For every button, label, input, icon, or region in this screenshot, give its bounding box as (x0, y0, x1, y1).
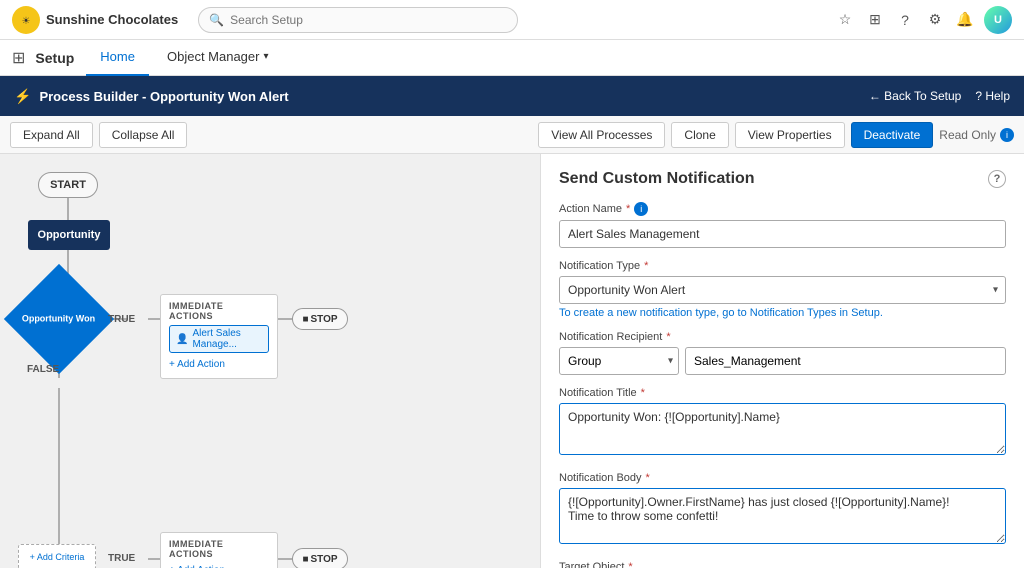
recipient-value-input[interactable] (685, 347, 1006, 375)
recipient-type-wrapper: Group ▾ (559, 347, 679, 375)
toolbar: Expand All Collapse All View All Process… (0, 116, 1024, 154)
pb-header: ⚡ Process Builder - Opportunity Won Aler… (0, 76, 1024, 116)
opportunity-node[interactable]: Opportunity (28, 220, 110, 250)
notification-type-group: Notification Type * Opportunity Won Aler… (559, 260, 1006, 319)
person-icon: 👤 (176, 334, 188, 345)
clone-button[interactable]: Clone (671, 122, 728, 148)
toolbar-right: View All Processes Clone View Properties… (538, 122, 1014, 148)
target-object-label: Target Object * (559, 561, 1006, 568)
required-star-6: * (628, 561, 632, 568)
recipient-label: Notification Recipient * (559, 331, 1006, 343)
main-content: START Opportunity Opportunity Won FALSE … (0, 154, 1024, 568)
logo-icon: ☀ (12, 6, 40, 34)
recipient-type-select[interactable]: Group (559, 347, 679, 375)
diamond-label: Opportunity Won (22, 314, 95, 325)
search-bar[interactable]: 🔍 (198, 7, 518, 33)
recipient-row: Group ▾ (559, 347, 1006, 375)
stop-node-1[interactable]: ■ STOP (292, 308, 348, 330)
tab-home[interactable]: Home (86, 40, 149, 76)
search-input[interactable] (230, 13, 507, 27)
immediate-label-2: IMMEDIATE ACTIONS (169, 539, 269, 559)
action-name-info-icon[interactable]: i (634, 202, 648, 216)
required-star-2: * (644, 260, 648, 272)
add-action-button-1[interactable]: + Add Action (169, 357, 269, 372)
notification-type-label: Notification Type * (559, 260, 1006, 272)
target-object-group: Target Object * Opportunity Object that … (559, 561, 1006, 568)
notification-type-help: To create a new notification type, go to… (559, 307, 1006, 319)
required-star-1: * (626, 203, 630, 215)
panel-help-icon[interactable]: ? (988, 170, 1006, 188)
question-icon[interactable]: ? (894, 9, 916, 31)
collapse-all-button[interactable]: Collapse All (99, 122, 188, 148)
secondary-nav: ⊞ Setup Home Object Manager ▾ (0, 40, 1024, 76)
notification-title-label: Notification Title * (559, 387, 1006, 399)
notification-body-group: Notification Body * {![Opportunity].Owne… (559, 472, 1006, 549)
dropdown-arrow-icon: ▾ (263, 51, 268, 62)
logo-text: Sunshine Chocolates (46, 12, 178, 27)
false-label-1: FALSE (27, 364, 59, 375)
apps-icon[interactable]: ⊞ (864, 9, 886, 31)
pb-icon: ⚡ (14, 88, 31, 105)
recipient-group: Notification Recipient * Group ▾ (559, 331, 1006, 375)
action-name-group: Action Name * i (559, 202, 1006, 248)
stop-node-2[interactable]: ■ STOP (292, 548, 348, 568)
top-icons: ☆ ⊞ ? ⚙ 🔔 U (834, 6, 1012, 34)
notification-body-input[interactable]: {![Opportunity].Owner.FirstName} has jus… (559, 488, 1006, 544)
avatar[interactable]: U (984, 6, 1012, 34)
right-panel: Send Custom Notification ? Action Name *… (540, 154, 1024, 568)
svg-text:☀: ☀ (22, 16, 31, 27)
read-only-info-icon[interactable]: i (1000, 128, 1014, 142)
expand-all-button[interactable]: Expand All (10, 122, 93, 148)
notification-title-input[interactable]: Opportunity Won: {![Opportunity].Name} (559, 403, 1006, 455)
setup-link[interactable]: Setup (851, 307, 880, 319)
immediate-actions-box-2: IMMEDIATE ACTIONS + Add Action (160, 532, 278, 568)
deactivate-button[interactable]: Deactivate (851, 122, 934, 148)
panel-title: Send Custom Notification ? (559, 170, 1006, 188)
true-label-2: TRUE (108, 553, 135, 564)
start-node[interactable]: START (38, 172, 98, 198)
alert-action-item[interactable]: 👤 Alert Sales Manage... (169, 325, 269, 353)
star-icon[interactable]: ☆ (834, 9, 856, 31)
read-only-text: Read Only i (939, 128, 1014, 142)
notification-type-select[interactable]: Opportunity Won Alert (559, 276, 1006, 304)
gear-icon[interactable]: ⚙ (924, 9, 946, 31)
pb-title: Process Builder - Opportunity Won Alert (39, 89, 288, 104)
top-bar: ☀ Sunshine Chocolates 🔍 ☆ ⊞ ? ⚙ 🔔 U (0, 0, 1024, 40)
help-link[interactable]: ? Help (975, 89, 1010, 103)
immediate-actions-box-1: IMMEDIATE ACTIONS 👤 Alert Sales Manage..… (160, 294, 278, 379)
view-properties-button[interactable]: View Properties (735, 122, 845, 148)
notification-type-select-wrapper: Opportunity Won Alert ▾ (559, 276, 1006, 304)
add-criteria-button[interactable]: + Add Criteria (18, 544, 96, 568)
logo-area: ☀ Sunshine Chocolates (12, 6, 178, 34)
pb-title-area: ⚡ Process Builder - Opportunity Won Aler… (14, 88, 289, 105)
required-star-5: * (646, 472, 650, 484)
required-star-4: * (641, 387, 645, 399)
grid-icon[interactable]: ⊞ (12, 48, 25, 68)
search-icon: 🔍 (209, 13, 224, 27)
immediate-label-1: IMMEDIATE ACTIONS (169, 301, 269, 321)
flow-canvas: START Opportunity Opportunity Won FALSE … (0, 154, 540, 568)
notification-body-label: Notification Body * (559, 472, 1006, 484)
bell-icon[interactable]: 🔔 (954, 9, 976, 31)
notification-title-group: Notification Title * Opportunity Won: {!… (559, 387, 1006, 460)
action-name-input[interactable] (559, 220, 1006, 248)
setup-label: Setup (35, 50, 74, 66)
pb-right: ← Back To Setup ? Help (869, 89, 1010, 103)
tab-object-manager[interactable]: Object Manager ▾ (153, 40, 283, 76)
required-star-3: * (666, 331, 670, 343)
true-label-1: TRUE (108, 314, 135, 325)
add-action-button-2[interactable]: + Add Action (169, 563, 269, 568)
view-all-processes-button[interactable]: View All Processes (538, 122, 665, 148)
action-name-label: Action Name * i (559, 202, 1006, 216)
back-to-setup-link[interactable]: ← Back To Setup (869, 89, 962, 103)
